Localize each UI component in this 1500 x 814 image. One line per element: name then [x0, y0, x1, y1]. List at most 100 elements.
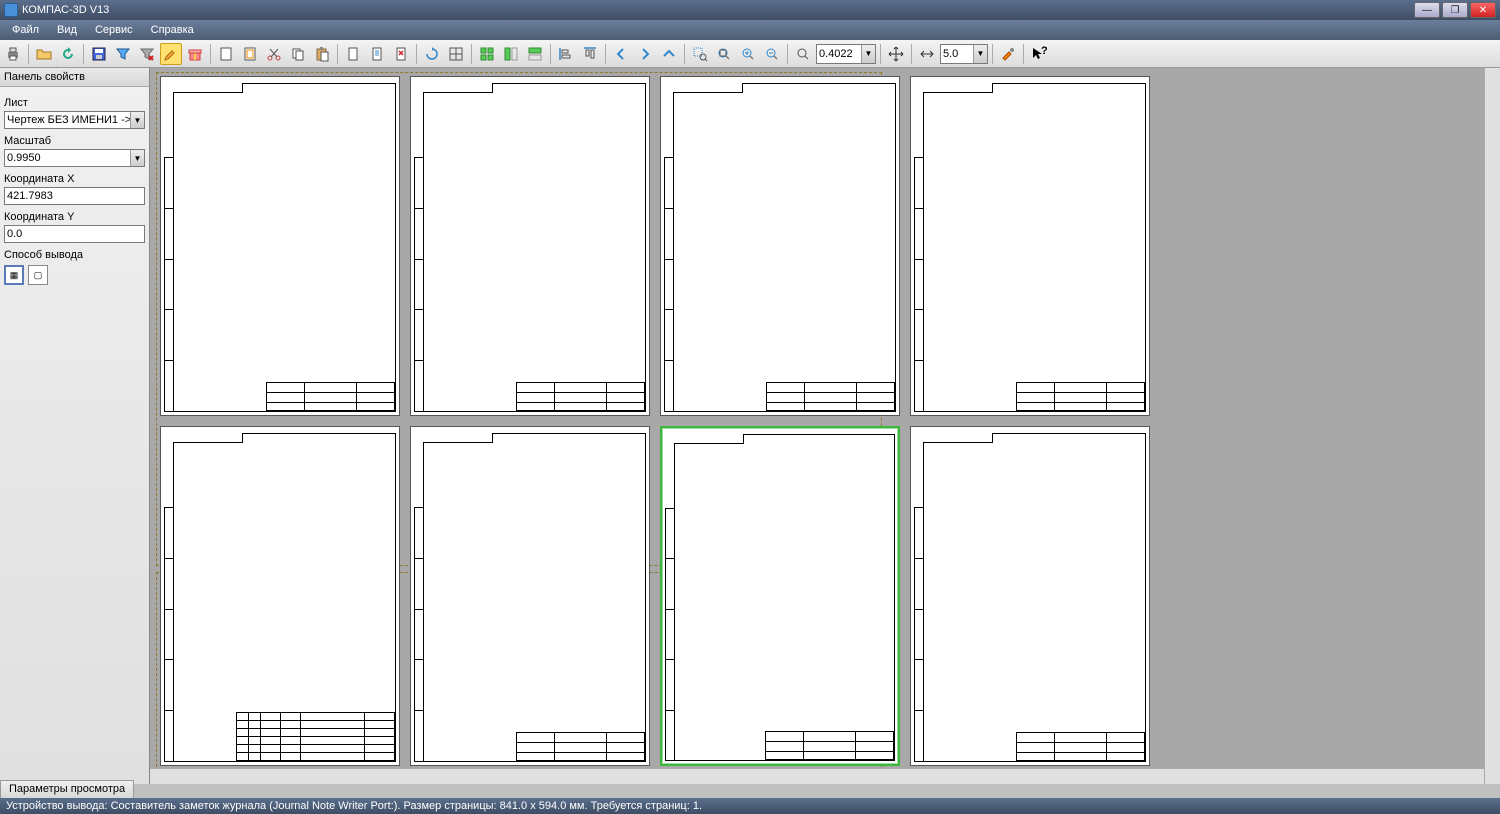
printer-icon: [5, 46, 21, 62]
scale-select[interactable]: 0.9950 ▼: [4, 149, 145, 167]
sheet-6[interactable]: [410, 426, 650, 766]
floppy-icon: [91, 46, 107, 62]
step-button[interactable]: [916, 43, 938, 65]
coordy-label: Координата Y: [4, 211, 145, 223]
app-icon: [4, 3, 18, 17]
layout-4-button[interactable]: [476, 43, 498, 65]
output-mode-2-button[interactable]: ▢: [28, 265, 48, 285]
align-top-icon: [582, 46, 598, 62]
move-left-button[interactable]: [610, 43, 632, 65]
zoom-in-icon: [740, 46, 756, 62]
save-button[interactable]: [88, 43, 110, 65]
minimize-button[interactable]: —: [1414, 2, 1440, 18]
move-up-button[interactable]: [658, 43, 680, 65]
zoom-in-button[interactable]: [737, 43, 759, 65]
sheet-2[interactable]: [410, 76, 650, 416]
rotate-icon: [424, 46, 440, 62]
align-left-button[interactable]: [555, 43, 577, 65]
sheet-1[interactable]: [160, 76, 400, 416]
filter-icon: [115, 46, 131, 62]
menu-file[interactable]: Файл: [4, 22, 47, 38]
tools-button[interactable]: [997, 43, 1019, 65]
help-button[interactable]: ?: [1028, 43, 1050, 65]
paste-icon: [314, 46, 330, 62]
chevron-down-icon: ▼: [130, 112, 144, 128]
page-icon: [218, 46, 234, 62]
layout-left-button[interactable]: [500, 43, 522, 65]
filter-button[interactable]: [112, 43, 134, 65]
arrow-up-icon: [661, 46, 677, 62]
grid-icon: [448, 46, 464, 62]
sheet-7-selected[interactable]: [660, 426, 900, 766]
coordy-input[interactable]: [4, 225, 145, 243]
zoom-out-button[interactable]: [761, 43, 783, 65]
page-setup-button[interactable]: [215, 43, 237, 65]
move-right-button[interactable]: [634, 43, 656, 65]
list-label: Лист: [4, 97, 145, 109]
doc-list-icon: [369, 46, 385, 62]
refresh-icon: [60, 46, 76, 62]
paste-button[interactable]: [311, 43, 333, 65]
preview-canvas[interactable]: [150, 68, 1500, 784]
sheet-3[interactable]: [660, 76, 900, 416]
close-button[interactable]: ✕: [1470, 2, 1496, 18]
refresh-button[interactable]: [57, 43, 79, 65]
list-value: Чертеж БЕЗ ИМЕНИ1 ->Лис: [5, 114, 130, 126]
doc-x-icon: [393, 46, 409, 62]
present-button[interactable]: [184, 43, 206, 65]
menu-service[interactable]: Сервис: [87, 22, 141, 38]
output-label: Способ вывода: [4, 249, 145, 261]
sheet-8[interactable]: [910, 426, 1150, 766]
zoom-button[interactable]: [792, 43, 814, 65]
pan-button[interactable]: [885, 43, 907, 65]
copy-button[interactable]: [287, 43, 309, 65]
print-button[interactable]: [2, 43, 24, 65]
vertical-scrollbar[interactable]: [1484, 68, 1500, 784]
layout-top-button[interactable]: [524, 43, 546, 65]
cut-button[interactable]: [263, 43, 285, 65]
open-button[interactable]: [33, 43, 55, 65]
zoom-region-icon: [692, 46, 708, 62]
zoom-value: 0.4022: [817, 48, 861, 60]
filter-off-button[interactable]: [136, 43, 158, 65]
doc-list-button[interactable]: [366, 43, 388, 65]
zoom-fit-button[interactable]: [713, 43, 735, 65]
chevron-down-icon: ▼: [130, 150, 144, 166]
sheet-4[interactable]: [910, 76, 1150, 416]
align-top-button[interactable]: [579, 43, 601, 65]
status-bar: Устройство вывода: Составитель заметок ж…: [0, 798, 1500, 814]
list-select[interactable]: Чертеж БЕЗ ИМЕНИ1 ->Лис ▼: [4, 111, 145, 129]
step-combo[interactable]: 5.0 ▼: [940, 44, 988, 64]
grid4-icon: [479, 46, 495, 62]
title-bar: КОМПАС-3D V13 — ❐ ✕: [0, 0, 1500, 20]
doc-new-button[interactable]: [342, 43, 364, 65]
maximize-button[interactable]: ❐: [1442, 2, 1468, 18]
gift-icon: [187, 46, 203, 62]
copy-icon: [290, 46, 306, 62]
status-text: Устройство вывода: Составитель заметок ж…: [6, 800, 702, 812]
sheet-5[interactable]: [160, 426, 400, 766]
magnifier-icon: [795, 46, 811, 62]
align-left-icon: [558, 46, 574, 62]
grid-button[interactable]: [445, 43, 467, 65]
doc-remove-button[interactable]: [390, 43, 412, 65]
properties-panel: Панель свойств Лист Чертеж БЕЗ ИМЕНИ1 ->…: [0, 68, 150, 784]
zoom-region-button[interactable]: [689, 43, 711, 65]
scale-label: Масштаб: [4, 135, 145, 147]
page-margins-icon: [242, 46, 258, 62]
svg-text:?: ?: [1041, 46, 1047, 57]
coordx-input[interactable]: [4, 187, 145, 205]
rotate-button[interactable]: [421, 43, 443, 65]
horizontal-scrollbar[interactable]: [150, 768, 1484, 784]
chevron-down-icon: ▼: [861, 45, 875, 63]
menu-help[interactable]: Справка: [143, 22, 202, 38]
zoom-combo[interactable]: 0.4022 ▼: [816, 44, 876, 64]
zoom-fit-icon: [716, 46, 732, 62]
menu-view[interactable]: Вид: [49, 22, 85, 38]
highlight-button[interactable]: [160, 43, 182, 65]
layout-top-icon: [527, 46, 543, 62]
output-mode-1-button[interactable]: ▦: [4, 265, 24, 285]
scissors-icon: [266, 46, 282, 62]
bottom-tab-preview-params[interactable]: Параметры просмотра: [0, 780, 134, 798]
page-margins-button[interactable]: [239, 43, 261, 65]
